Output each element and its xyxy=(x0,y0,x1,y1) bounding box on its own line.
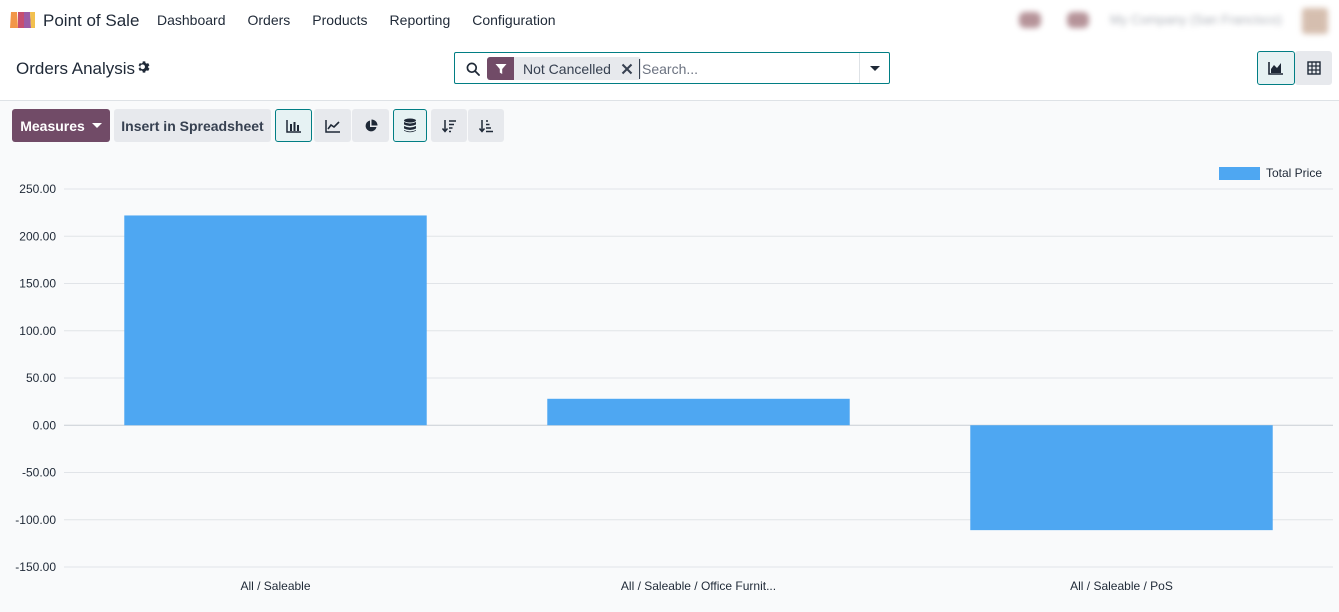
bar-chart-button[interactable] xyxy=(275,109,312,142)
bar-chart-icon xyxy=(285,119,301,133)
search-input[interactable] xyxy=(639,59,855,79)
measures-label: Measures xyxy=(20,117,85,134)
search-bar: Not Cancelled xyxy=(454,52,890,84)
pivot-view-button[interactable] xyxy=(1295,51,1332,85)
legend-swatch xyxy=(1219,166,1260,180)
company-switcher[interactable]: My Company (San Francisco) xyxy=(1110,12,1282,27)
y-tick-label: -50.00 xyxy=(22,466,56,480)
caret-down-icon xyxy=(869,65,880,71)
insert-spreadsheet-button[interactable]: Insert in Spreadsheet xyxy=(114,109,271,142)
sort-ascending-icon xyxy=(478,119,493,133)
bar[interactable] xyxy=(970,425,1273,531)
y-tick-label: 250.00 xyxy=(19,182,56,196)
y-tick-label: 150.00 xyxy=(19,277,56,291)
menu-products[interactable]: Products xyxy=(301,0,378,41)
menu-orders[interactable]: Orders xyxy=(237,0,302,41)
activity-icon[interactable] xyxy=(1067,12,1089,28)
avatar[interactable] xyxy=(1302,8,1328,34)
sort-descending-icon xyxy=(441,119,456,133)
close-icon[interactable] xyxy=(619,61,635,77)
legend-label: Total Price xyxy=(1266,166,1323,180)
menu-dashboard[interactable]: Dashboard xyxy=(146,0,237,41)
y-tick-label: 100.00 xyxy=(19,324,56,338)
filter-icon xyxy=(487,57,514,80)
graph-area: 250.00 200.00 150.00 100.00 50.00 0.00 -50.00 -… xyxy=(0,150,1339,612)
sort-ascending-button[interactable] xyxy=(468,109,504,142)
pos-app-icon[interactable] xyxy=(9,10,36,30)
bar[interactable] xyxy=(124,215,427,426)
caret-down-icon xyxy=(91,123,102,128)
filter-facet: Not Cancelled xyxy=(487,57,641,80)
page-title: Orders Analysis xyxy=(16,59,136,78)
y-tick-label: -150.00 xyxy=(15,560,56,574)
y-tick-label: 0.00 xyxy=(33,418,57,432)
gear-icon[interactable] xyxy=(137,60,151,74)
table-icon xyxy=(1306,61,1321,75)
chart-legend[interactable]: Total Price xyxy=(1219,166,1322,180)
x-tick-label: All / Saleable xyxy=(240,579,310,593)
x-tick-label: All / Saleable / Office Furnit... xyxy=(621,579,776,593)
app-name[interactable]: Point of Sale xyxy=(43,11,139,31)
measures-button[interactable]: Measures xyxy=(12,109,110,142)
menu-configuration[interactable]: Configuration xyxy=(461,0,566,41)
search-options-toggle[interactable] xyxy=(859,53,889,83)
search-icon[interactable] xyxy=(466,62,480,76)
pie-chart-button[interactable] xyxy=(352,109,389,142)
y-tick-label: 200.00 xyxy=(19,229,56,243)
line-chart-button[interactable] xyxy=(314,109,351,142)
sort-descending-button[interactable] xyxy=(431,109,467,142)
pie-chart-icon xyxy=(365,119,377,131)
y-tick-label: 50.00 xyxy=(26,371,56,385)
bar-chart: 250.00 200.00 150.00 100.00 50.00 0.00 -50.00 -… xyxy=(15,182,1333,593)
y-tick-label: -100.00 xyxy=(15,513,56,527)
graph-view-button[interactable] xyxy=(1257,51,1295,85)
stacked-button[interactable] xyxy=(393,109,427,142)
area-chart-icon xyxy=(1268,62,1283,75)
x-tick-label: All / Saleable / PoS xyxy=(1070,579,1173,593)
chat-icon[interactable] xyxy=(1019,12,1041,28)
menu-reporting[interactable]: Reporting xyxy=(379,0,462,41)
database-icon xyxy=(404,118,416,133)
control-panel: Orders Analysis Not Cancelled xyxy=(0,41,1339,101)
line-chart-icon xyxy=(324,119,340,133)
top-navbar: Point of Sale Dashboard Orders Products … xyxy=(0,0,1339,41)
bar[interactable] xyxy=(547,398,850,426)
main-menu: Dashboard Orders Products Reporting Conf… xyxy=(146,0,567,41)
filter-facet-label: Not Cancelled xyxy=(523,60,611,77)
